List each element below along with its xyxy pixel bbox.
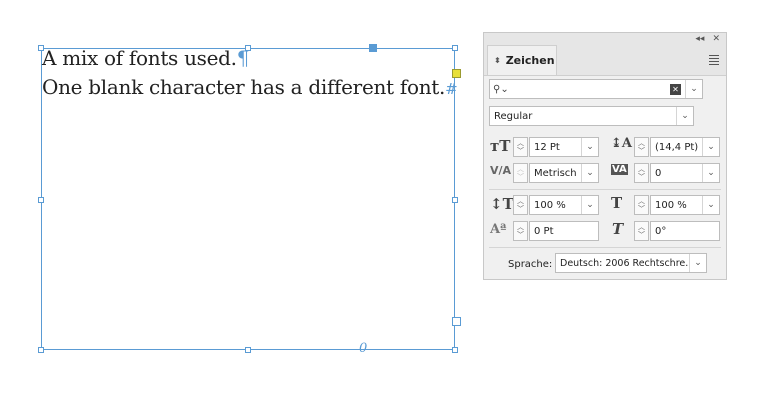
skew-value: 0° (655, 225, 667, 237)
text-line-2-content: One blank character has a different font… (42, 75, 446, 99)
text-line-1[interactable]: A mix of fonts used.¶ (42, 46, 249, 70)
language-label: Sprache: (508, 259, 553, 270)
search-icon[interactable]: ⚲⌄ (490, 84, 509, 95)
kerning-dropdown-icon[interactable]: ⌄ (581, 164, 598, 182)
frame-handle-bottom-left[interactable] (38, 347, 44, 353)
overset-indicator: 0 (359, 341, 368, 356)
tracking-icon: VA (611, 164, 628, 175)
tracking-dropdown-icon[interactable]: ⌄ (702, 164, 719, 182)
close-panel-button[interactable]: ✕ (712, 34, 720, 44)
baseline-shift-field[interactable]: 0 Pt (529, 221, 599, 241)
font-family-dropdown-icon[interactable]: ⌄ (685, 80, 702, 98)
tracking-stepper[interactable]: ︿ ﹀ (634, 163, 649, 183)
skew-field[interactable]: 0° (650, 221, 720, 241)
frame-in-port[interactable] (369, 44, 377, 52)
tracking-value: 0 (655, 167, 662, 179)
character-panel: ◂◂ ✕ ⬍ Zeichen ⚲⌄ ✕ ⌄ Regular ⌄ ᴛT ︿ ﹀ 12… (483, 32, 727, 280)
kerning-icon: V/A (490, 164, 512, 177)
leading-value: (14,4 Pt) (655, 141, 699, 153)
frame-handle-right-middle[interactable] (452, 197, 458, 203)
language-dropdown-icon[interactable]: ⌄ (689, 254, 706, 272)
font-size-field[interactable]: 12 Pt ⌄ (529, 137, 599, 157)
vertical-scale-field[interactable]: 100 % ⌄ (529, 195, 599, 215)
kerning-value: Metrisch (534, 167, 577, 179)
leading-stepper[interactable]: ︿ ﹀ (634, 137, 649, 157)
text-line-1-content: A mix of fonts used. (42, 46, 237, 70)
frame-handle-left-middle[interactable] (38, 197, 44, 203)
horizontal-scale-stepper[interactable]: ︿ ﹀ (634, 195, 649, 215)
text-line-2[interactable]: One blank character has a different font… (42, 75, 458, 99)
baseline-shift-stepper[interactable]: ︿ ﹀ (513, 221, 528, 241)
vertical-scale-icon: ↕T (490, 195, 514, 213)
vertical-scale-stepper[interactable]: ︿ ﹀ (513, 195, 528, 215)
vertical-scale-value: 100 % (534, 199, 566, 211)
frame-handle-bottom-right[interactable] (452, 347, 458, 353)
font-size-value: 12 Pt (534, 141, 560, 153)
leading-icon: ↨A (611, 136, 632, 151)
baseline-shift-value: 0 Pt (534, 225, 554, 237)
frame-handle-bottom-middle[interactable] (245, 347, 251, 353)
end-of-story-mark: # (445, 80, 458, 98)
language-select[interactable]: Deutsch: 2006 Rechtschre... ⌄ (555, 253, 707, 273)
font-style-dropdown-icon[interactable]: ⌄ (676, 107, 693, 125)
font-size-stepper[interactable]: ︿ ﹀ (513, 137, 528, 157)
leading-field[interactable]: (14,4 Pt) ⌄ (650, 137, 720, 157)
font-size-icon: ᴛT (490, 137, 511, 155)
clear-icon[interactable]: ✕ (670, 83, 681, 95)
tab-title: Zeichen (505, 54, 555, 67)
panel-tab-row: ⬍ Zeichen (484, 45, 726, 76)
panel-divider (489, 189, 721, 190)
vertical-scale-dropdown-icon[interactable]: ⌄ (581, 196, 598, 214)
font-size-dropdown-icon[interactable]: ⌄ (581, 138, 598, 156)
panel-menu-icon[interactable] (709, 55, 719, 67)
skew-icon: T (612, 220, 624, 238)
language-value: Deutsch: 2006 Rechtschre... (560, 257, 689, 269)
paragraph-mark: ¶ (236, 46, 250, 70)
kerning-stepper[interactable]: ︿ ﹀ (513, 163, 528, 183)
tab-expand-icon: ⬍ (494, 56, 501, 65)
skew-stepper[interactable]: ︿ ﹀ (634, 221, 649, 241)
collapse-panel-button[interactable]: ◂◂ (695, 34, 704, 44)
font-family-field[interactable]: ⚲⌄ ✕ ⌄ (489, 79, 703, 99)
tracking-field[interactable]: 0 ⌄ (650, 163, 720, 183)
horizontal-scale-value: 100 % (655, 199, 687, 211)
leading-dropdown-icon[interactable]: ⌄ (702, 138, 719, 156)
frame-out-port[interactable] (452, 317, 461, 326)
horizontal-scale-field[interactable]: 100 % ⌄ (650, 195, 720, 215)
frame-handle-top-right[interactable] (452, 45, 458, 51)
panel-titlebar: ◂◂ ✕ (484, 33, 726, 45)
horizontal-scale-icon: T (611, 194, 623, 212)
horizontal-scale-dropdown-icon[interactable]: ⌄ (702, 196, 719, 214)
font-style-select[interactable]: Regular ⌄ (489, 106, 694, 126)
baseline-shift-icon: Aª (490, 222, 507, 237)
tab-zeichen[interactable]: ⬍ Zeichen (487, 45, 557, 75)
panel-divider-2 (489, 247, 721, 248)
font-style-value: Regular (494, 110, 533, 122)
kerning-field[interactable]: Metrisch ⌄ (529, 163, 599, 183)
